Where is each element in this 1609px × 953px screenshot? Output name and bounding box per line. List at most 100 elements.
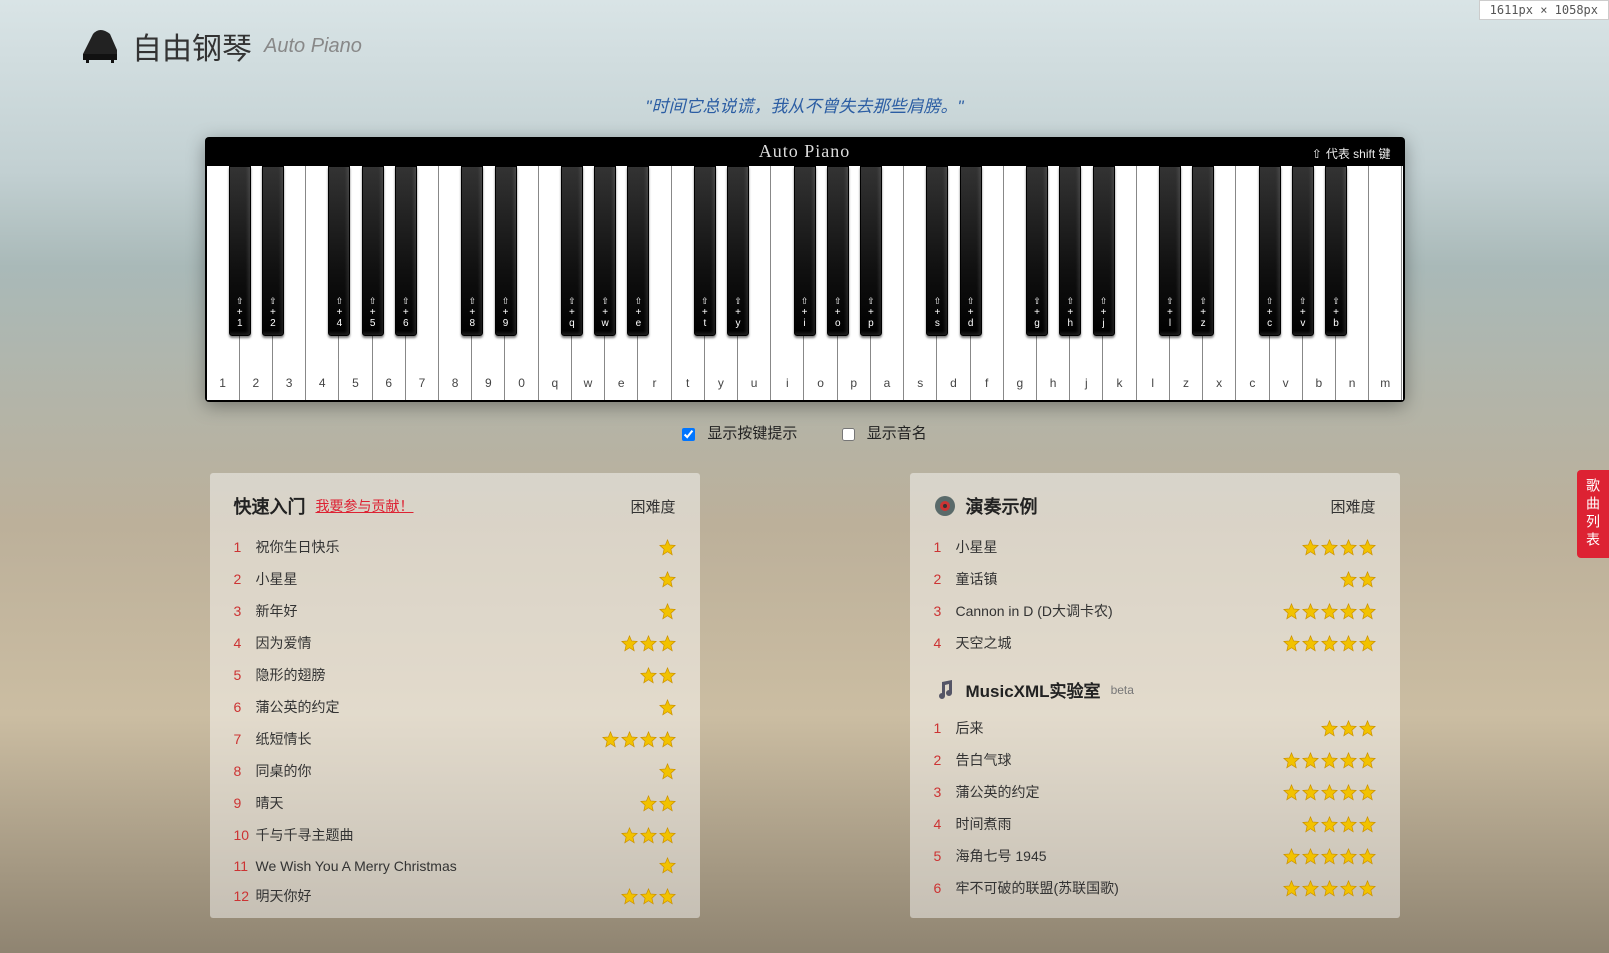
white-key[interactable]: m	[1369, 166, 1402, 400]
song-row: 12明天你好	[234, 880, 676, 912]
song-index: 1	[234, 539, 256, 555]
song-link[interactable]: 小星星	[256, 569, 659, 589]
black-key[interactable]: ⇧+2	[262, 166, 284, 336]
difficulty-stars	[659, 699, 676, 716]
black-key[interactable]: ⇧+j	[1093, 166, 1115, 336]
black-key[interactable]: ⇧+o	[827, 166, 849, 336]
song-index: 3	[234, 603, 256, 619]
difficulty-stars	[1283, 603, 1376, 620]
difficulty-stars	[659, 539, 676, 556]
song-index: 4	[934, 816, 956, 832]
song-link[interactable]: 时间煮雨	[956, 814, 1302, 834]
star-icon	[1359, 752, 1376, 769]
quote-text: "时间它总说谎，我从不曾失去那些肩膀。"	[0, 92, 1609, 117]
toggle-show-keys[interactable]: 显示按键提示	[682, 425, 801, 442]
difficulty-header-left: 困难度	[630, 496, 675, 517]
black-key[interactable]: ⇧+b	[1325, 166, 1347, 336]
song-link[interactable]: 童话镇	[956, 569, 1340, 589]
checkbox-show-keys[interactable]	[682, 428, 695, 441]
black-key[interactable]: ⇧+e	[627, 166, 649, 336]
piano-keyboard: Auto Piano ⇧ 代表 shift 键 1234567890qwerty…	[205, 137, 1405, 402]
black-key[interactable]: ⇧+z	[1192, 166, 1214, 336]
star-icon	[1302, 784, 1319, 801]
difficulty-stars	[1340, 571, 1376, 588]
star-icon	[1321, 720, 1338, 737]
song-link[interactable]: 告白气球	[956, 750, 1283, 770]
difficulty-stars	[621, 827, 676, 844]
song-index: 5	[234, 667, 256, 683]
song-link[interactable]: 蒲公英的约定	[956, 782, 1283, 802]
checkbox-show-notes[interactable]	[842, 428, 855, 441]
song-link[interactable]: 海角七号 1945	[956, 846, 1283, 866]
toggle-show-notes[interactable]: 显示音名	[842, 425, 927, 442]
song-link[interactable]: 隐形的翅膀	[256, 665, 640, 685]
black-key[interactable]: ⇧+p	[860, 166, 882, 336]
star-icon	[1359, 848, 1376, 865]
star-icon	[1283, 752, 1300, 769]
star-icon	[659, 763, 676, 780]
difficulty-header-right: 困难度	[1330, 496, 1375, 517]
song-link[interactable]: 晴天	[256, 793, 640, 813]
song-link[interactable]: 牢不可破的联盟(苏联国歌)	[956, 878, 1283, 898]
black-key[interactable]: ⇧+c	[1259, 166, 1281, 336]
song-link[interactable]: 祝你生日快乐	[256, 537, 659, 557]
song-list-tab[interactable]: 歌曲列表	[1577, 470, 1609, 558]
star-icon	[1359, 784, 1376, 801]
star-icon	[659, 699, 676, 716]
black-key[interactable]: ⇧+w	[594, 166, 616, 336]
song-link[interactable]: 小星星	[956, 537, 1302, 557]
black-key[interactable]: ⇧+q	[561, 166, 583, 336]
black-key[interactable]: ⇧+g	[1026, 166, 1048, 336]
star-icon	[1283, 880, 1300, 897]
star-icon	[1340, 720, 1357, 737]
song-index: 3	[934, 603, 956, 619]
black-key[interactable]: ⇧+9	[495, 166, 517, 336]
song-row: 10千与千寻主题曲	[234, 819, 676, 851]
song-link[interactable]: 纸短情长	[256, 729, 602, 749]
contribute-link[interactable]: 我要参与贡献！	[316, 496, 414, 516]
black-key[interactable]: ⇧+i	[794, 166, 816, 336]
black-key[interactable]: ⇧+1	[229, 166, 251, 336]
star-icon	[1321, 784, 1338, 801]
song-index: 1	[934, 539, 956, 555]
difficulty-stars	[1302, 816, 1376, 833]
song-index: 11	[234, 858, 256, 874]
black-key[interactable]: ⇧+s	[926, 166, 948, 336]
black-key[interactable]: ⇧+d	[960, 166, 982, 336]
song-link[interactable]: We Wish You A Merry Christmas	[256, 858, 659, 874]
star-icon	[1340, 752, 1357, 769]
song-link[interactable]: 后来	[956, 718, 1321, 738]
song-link[interactable]: 因为爱情	[256, 633, 621, 653]
song-link[interactable]: 明天你好	[256, 886, 621, 906]
star-icon	[659, 795, 676, 812]
black-key[interactable]: ⇧+6	[395, 166, 417, 336]
song-link[interactable]: 千与千寻主题曲	[256, 825, 621, 845]
song-row: 4因为爱情	[234, 627, 676, 659]
black-key[interactable]: ⇧+8	[461, 166, 483, 336]
black-key[interactable]: ⇧+y	[727, 166, 749, 336]
difficulty-stars	[1283, 635, 1376, 652]
black-key[interactable]: ⇧+t	[694, 166, 716, 336]
song-link[interactable]: Cannon in D (D大调卡农)	[956, 601, 1283, 621]
star-icon	[1302, 635, 1319, 652]
difficulty-stars	[1283, 880, 1376, 897]
difficulty-stars	[659, 571, 676, 588]
song-link[interactable]: 蒲公英的约定	[256, 697, 659, 717]
black-key[interactable]: ⇧+h	[1059, 166, 1081, 336]
difficulty-stars	[1283, 752, 1376, 769]
star-icon	[1321, 816, 1338, 833]
musicxml-title: MusicXML实验室	[966, 677, 1101, 702]
difficulty-stars	[621, 888, 676, 905]
song-link[interactable]: 天空之城	[956, 633, 1283, 653]
song-index: 2	[934, 571, 956, 587]
black-key[interactable]: ⇧+4	[328, 166, 350, 336]
song-link[interactable]: 同桌的你	[256, 761, 659, 781]
black-key[interactable]: ⇧+5	[362, 166, 384, 336]
black-key[interactable]: ⇧+l	[1159, 166, 1181, 336]
song-link[interactable]: 新年好	[256, 601, 659, 621]
star-icon	[1283, 848, 1300, 865]
song-row: 3Cannon in D (D大调卡农)	[934, 595, 1376, 627]
music-note-icon	[934, 679, 956, 701]
black-key[interactable]: ⇧+v	[1292, 166, 1314, 336]
song-index: 5	[934, 848, 956, 864]
